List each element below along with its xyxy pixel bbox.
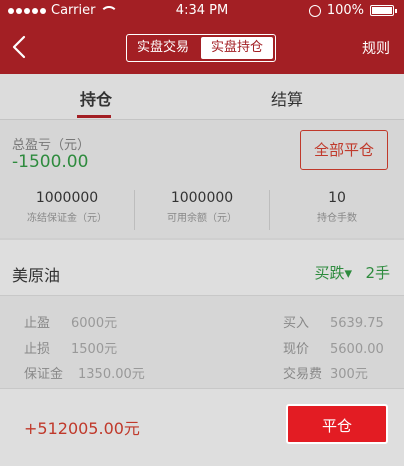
total-pl-value: -1500.00 xyxy=(12,152,89,172)
position-details: 止盈 6000元 止损 1500元 保证金 1350.00元 买入 5639.75 现价… xyxy=(0,296,404,388)
stat-value: 1000000 xyxy=(170,190,234,206)
detail-label: 止盈 xyxy=(24,316,51,331)
divider xyxy=(0,388,404,389)
back-icon[interactable] xyxy=(10,35,30,59)
detail-label: 现价 xyxy=(283,342,310,357)
segment-live-positions[interactable]: 实盘持仓 xyxy=(201,37,273,59)
stat-label: 冻结保证金（元） xyxy=(27,213,107,224)
close-position-button[interactable]: 平仓 xyxy=(286,404,388,444)
detail-value: 300元 xyxy=(330,367,368,382)
stat-value: 10 xyxy=(328,190,346,206)
segment-live-trade[interactable]: 实盘交易 xyxy=(127,35,199,61)
position-card: 美原油 买跌▾ 2手 止盈 6000元 止损 1500元 保证金 1350.00元 买… xyxy=(0,240,404,466)
segmented-control: 实盘交易 实盘持仓 xyxy=(126,34,276,62)
detail-value: 5639.75 xyxy=(330,316,384,331)
tab-positions[interactable]: 持仓 xyxy=(80,86,112,110)
stats-row: 1000000 冻结保证金（元） 1000000 可用余额（元） 10 持仓手数 xyxy=(0,190,404,230)
active-tab-indicator xyxy=(77,115,111,118)
product-name: 美原油 xyxy=(12,266,61,285)
summary-panel: 总盈亏（元） -1500.00 全部平仓 1000000 冻结保证金（元） 10… xyxy=(0,120,404,238)
battery-percent: 100% xyxy=(326,3,364,18)
position-lots: 2手 xyxy=(365,264,390,282)
battery-icon xyxy=(370,5,397,16)
stop-loss-row: 止损 1500元 xyxy=(24,338,117,357)
detail-value: 1350.00元 xyxy=(78,367,145,382)
detail-value: 6000元 xyxy=(71,316,118,331)
position-direction[interactable]: 买跌▾ xyxy=(314,262,352,283)
tab-bar: 持仓 结算 xyxy=(0,74,404,120)
stat-label: 可用余额（元） xyxy=(167,213,237,224)
nav-bar: 实盘交易 实盘持仓 规则 xyxy=(0,22,404,74)
detail-value: 1500元 xyxy=(71,342,118,357)
rotation-lock-icon xyxy=(308,4,321,17)
status-bar: Carrier 4:34 PM 100% xyxy=(0,0,404,22)
margin-row: 保证金 1350.00元 xyxy=(24,363,145,382)
close-all-button[interactable]: 全部平仓 xyxy=(300,130,388,170)
detail-label: 止损 xyxy=(24,342,51,357)
battery-area: 100% xyxy=(308,3,397,18)
fee-row: 交易费 300元 xyxy=(283,363,368,382)
stat-label: 持仓手数 xyxy=(317,213,357,224)
stat-frozen-margin: 1000000 冻结保证金（元） xyxy=(0,190,135,230)
buy-price-row: 买入 5639.75 xyxy=(283,312,384,331)
detail-label: 保证金 xyxy=(24,367,64,382)
detail-label: 买入 xyxy=(283,316,310,331)
tab-settlement[interactable]: 结算 xyxy=(271,86,303,110)
stat-available-balance: 1000000 可用余额（元） xyxy=(135,190,270,230)
detail-label: 交易费 xyxy=(283,367,323,382)
rules-link[interactable]: 规则 xyxy=(362,38,390,58)
current-price-row: 现价 5600.00 xyxy=(283,338,384,357)
total-pl-label: 总盈亏（元） xyxy=(12,138,91,153)
detail-value: 5600.00 xyxy=(330,342,384,357)
position-profit: +512005.00元 xyxy=(24,419,140,438)
take-profit-row: 止盈 6000元 xyxy=(24,312,117,331)
stat-value: 1000000 xyxy=(35,190,99,206)
stat-position-lots: 10 持仓手数 xyxy=(270,190,404,230)
